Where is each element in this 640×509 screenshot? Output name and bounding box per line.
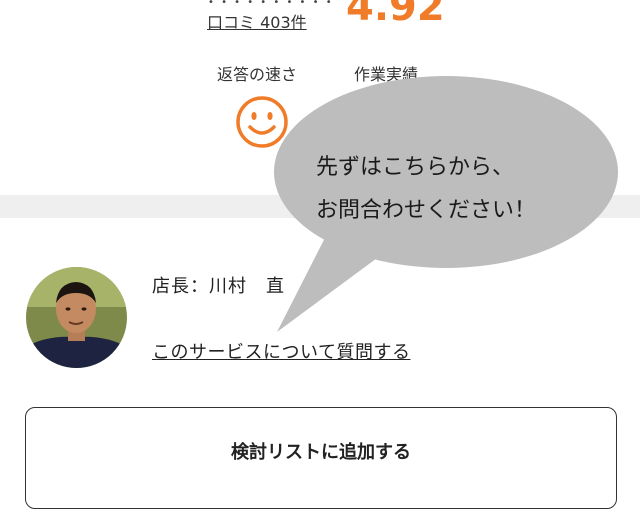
bubble-text-line2: お問合わせください！ bbox=[316, 198, 537, 223]
add-to-list-label: 検討リストに追加する bbox=[231, 442, 411, 463]
add-to-list-button[interactable]: 検討リストに追加する bbox=[25, 407, 617, 509]
bubble-text-line1: 先ずはこちらから、 bbox=[316, 155, 515, 180]
